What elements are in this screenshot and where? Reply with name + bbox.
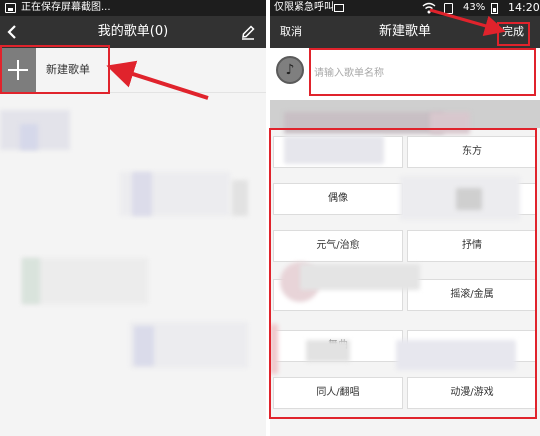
status-bar: 正在保存屏幕截图... xyxy=(0,0,266,16)
title-bar: 我的歌单(0) xyxy=(0,16,266,48)
tag-item[interactable]: 偶像 xyxy=(273,183,403,215)
status-bar: 仅限紧急呼叫 43% 14:20 xyxy=(270,0,540,16)
battery-icon xyxy=(491,3,498,14)
status-text: 仅限紧急呼叫 xyxy=(274,2,334,13)
tag-item[interactable]: 元气/治愈 xyxy=(273,230,403,262)
wifi-icon xyxy=(422,2,436,14)
playlist-name-area: ♪ xyxy=(270,48,540,100)
playlist-name-input[interactable] xyxy=(314,58,534,88)
cancel-button[interactable]: 取消 xyxy=(280,16,302,48)
tag-item[interactable]: 抒情 xyxy=(407,230,537,262)
tag-item[interactable]: 摇滚/金属 xyxy=(407,279,537,311)
my-playlists-screen: 正在保存屏幕截图... 我的歌单(0) 新建歌单 xyxy=(0,0,266,436)
edit-pencil-icon[interactable] xyxy=(240,24,256,40)
document-icon xyxy=(444,3,453,14)
tag-item[interactable]: 动漫/游戏 xyxy=(407,377,537,409)
plus-icon[interactable] xyxy=(0,48,36,92)
blurred-heading-accent xyxy=(430,112,470,134)
tag-item[interactable]: 东方 xyxy=(407,136,537,168)
page-title: 新建歌单 xyxy=(378,24,431,39)
status-text: 正在保存屏幕截图... xyxy=(21,2,111,13)
page-title: 我的歌单(0) xyxy=(97,24,169,39)
music-disc-icon: ♪ xyxy=(276,56,304,84)
done-button[interactable]: 完成 xyxy=(502,16,524,48)
title-bar: 取消 新建歌单 完成 xyxy=(270,16,540,48)
divider xyxy=(0,92,266,93)
new-playlist-screen: 仅限紧急呼叫 43% 14:20 取消 新建歌单 完成 ♪ 东方 偶像 元气/治… xyxy=(270,0,540,436)
new-playlist-row[interactable]: 新建歌单 xyxy=(0,48,266,92)
photo-icon xyxy=(334,4,344,12)
blurred-heading xyxy=(284,112,444,134)
new-playlist-label: 新建歌单 xyxy=(46,63,90,76)
battery-percent: 43% xyxy=(463,2,486,13)
tag-item[interactable]: 同人/翻唱 xyxy=(273,377,403,409)
status-time: 14:20 xyxy=(508,1,540,14)
screenshot-icon xyxy=(5,3,16,13)
